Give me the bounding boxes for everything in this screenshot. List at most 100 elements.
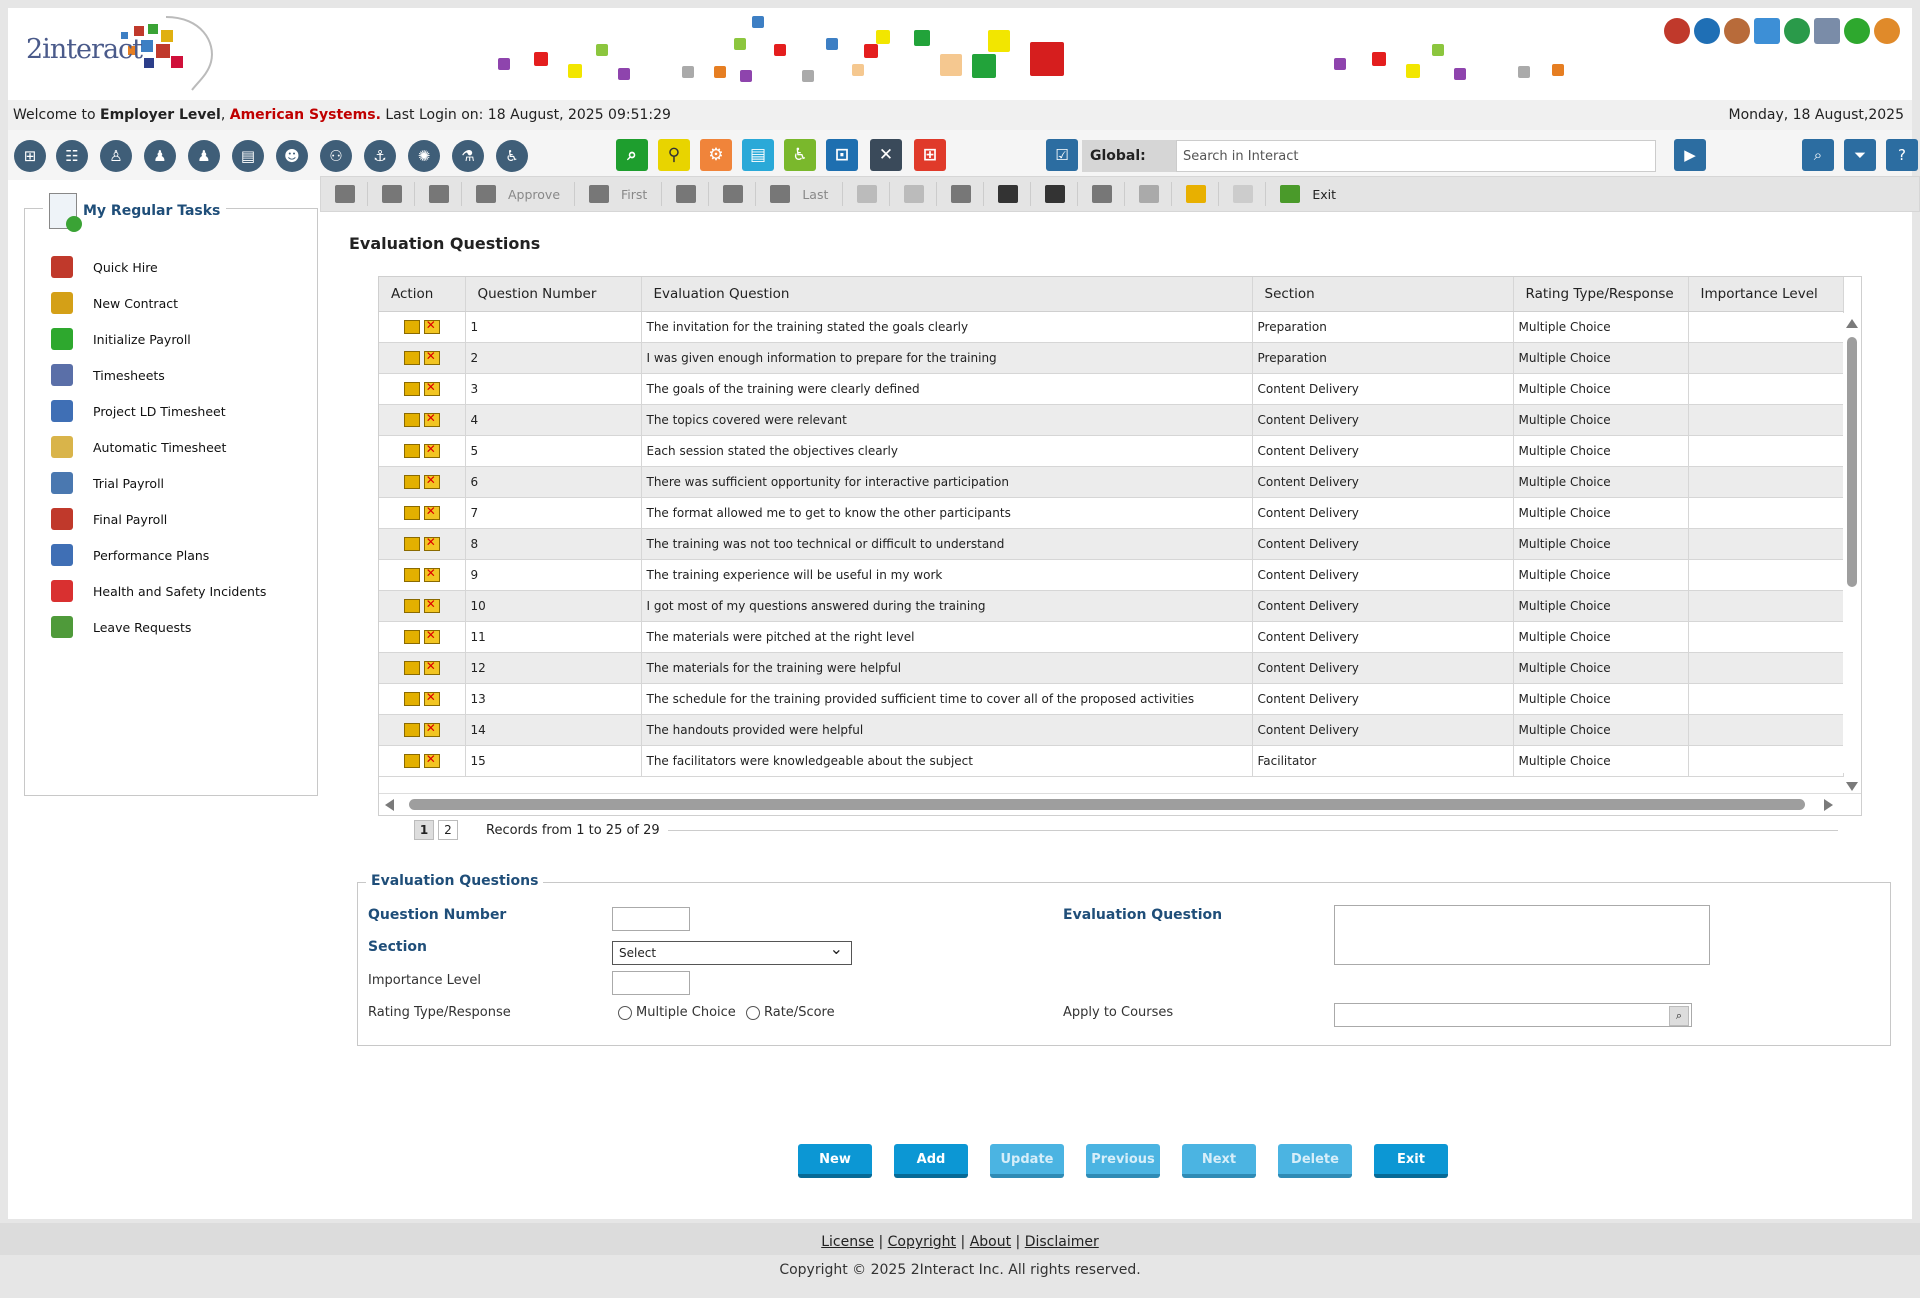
org-chart-icon[interactable]: ⊞: [14, 140, 46, 172]
delete-icon[interactable]: [423, 411, 440, 427]
last-icon[interactable]: [770, 185, 791, 203]
last-label[interactable]: Last: [802, 187, 828, 202]
settings-icon[interactable]: ⚙: [700, 139, 732, 171]
delete-icon[interactable]: [423, 442, 440, 458]
edit-icon[interactable]: [403, 722, 420, 737]
checkbox-icon[interactable]: ☑: [1046, 139, 1078, 171]
table-row[interactable]: 9The training experience will be useful …: [379, 559, 1844, 591]
print-icon[interactable]: ▤: [742, 139, 774, 171]
horizontal-scrollbar[interactable]: [379, 793, 1861, 815]
about-link[interactable]: About: [970, 1234, 1011, 1250]
page-1-button[interactable]: 1: [414, 820, 434, 840]
globe-icon[interactable]: [1784, 18, 1810, 44]
network-icon[interactable]: ✺: [408, 140, 440, 172]
delete-icon[interactable]: [423, 659, 440, 675]
table-row[interactable]: 15The facilitators were knowledgeable ab…: [379, 745, 1844, 777]
new-button[interactable]: New: [798, 1144, 872, 1178]
accessibility-icon[interactable]: ♿: [784, 139, 816, 171]
task-item[interactable]: Project LD Timesheet: [51, 393, 266, 429]
exit-button[interactable]: Exit: [1374, 1144, 1448, 1178]
user-icon[interactable]: [1724, 18, 1750, 44]
column-header[interactable]: Rating Type/Response: [1513, 277, 1689, 312]
forward-icon[interactable]: [429, 185, 449, 203]
scroll-thumb[interactable]: [1847, 337, 1857, 587]
open-icon[interactable]: [335, 185, 355, 203]
lookup-search-icon[interactable]: ⌕: [1669, 1006, 1689, 1026]
table-row[interactable]: 5Each session stated the objectives clea…: [379, 435, 1844, 467]
delete-icon[interactable]: [423, 349, 440, 365]
column-header[interactable]: Question Number: [465, 277, 642, 312]
table-row[interactable]: 4The topics covered were relevantContent…: [379, 404, 1844, 436]
delete-button[interactable]: Delete: [1278, 1144, 1352, 1178]
edit-icon[interactable]: [403, 319, 420, 334]
help-icon[interactable]: [1844, 18, 1870, 44]
pair-icon[interactable]: ⚇: [320, 140, 352, 172]
vertical-scrollbar[interactable]: [1843, 313, 1861, 791]
go-arrow-icon[interactable]: ▶: [1674, 139, 1706, 171]
delete-icon[interactable]: [423, 721, 440, 737]
edit-icon[interactable]: [403, 443, 420, 458]
scroll-right-icon[interactable]: [1824, 799, 1833, 811]
delete-icon[interactable]: [423, 628, 440, 644]
edit-icon[interactable]: [403, 598, 420, 613]
disclaimer-link[interactable]: Disclaimer: [1025, 1234, 1099, 1250]
task-item[interactable]: New Contract: [51, 285, 266, 321]
task-item[interactable]: Timesheets: [51, 357, 266, 393]
task-item[interactable]: Performance Plans: [51, 537, 266, 573]
search-green-icon[interactable]: ⌕: [616, 139, 648, 171]
group-icon[interactable]: ☷: [56, 140, 88, 172]
table-row[interactable]: 12The materials for the training were he…: [379, 652, 1844, 684]
edit-icon[interactable]: [403, 629, 420, 644]
scroll-up-icon[interactable]: [1846, 319, 1858, 328]
license-link[interactable]: License: [821, 1234, 874, 1250]
edit-icon[interactable]: [403, 350, 420, 365]
table-row[interactable]: 7The format allowed me to get to know th…: [379, 497, 1844, 529]
hierarchy-icon[interactable]: ⚲: [658, 139, 690, 171]
exit-label[interactable]: Exit: [1312, 187, 1336, 202]
next-button[interactable]: Next: [1182, 1144, 1256, 1178]
edit-icon[interactable]: [403, 505, 420, 520]
page-2-button[interactable]: 2: [438, 820, 458, 840]
column-header[interactable]: Importance Level: [1688, 277, 1844, 312]
copyright-link[interactable]: Copyright: [888, 1234, 956, 1250]
people-icon[interactable]: ☻: [276, 140, 308, 172]
logout-user-icon[interactable]: [1874, 18, 1900, 44]
redo-icon[interactable]: [904, 185, 925, 203]
delete-icon[interactable]: [423, 318, 440, 334]
help-icon[interactable]: ?: [1886, 139, 1918, 171]
printer-icon[interactable]: [1233, 185, 1254, 203]
table-row[interactable]: 13The schedule for the training provided…: [379, 683, 1844, 715]
save-icon[interactable]: [998, 185, 1019, 203]
anchor-icon[interactable]: ⚓: [364, 140, 396, 172]
employee-badge-icon[interactable]: ♙: [100, 140, 132, 172]
logo[interactable]: 2interact: [16, 12, 236, 92]
table-row[interactable]: 1The invitation for the training stated …: [379, 311, 1844, 343]
edit-icon[interactable]: [403, 660, 420, 675]
team-icon[interactable]: ♟: [144, 140, 176, 172]
table-row[interactable]: 8The training was not too technical or d…: [379, 528, 1844, 560]
radio-multiple-choice[interactable]: [618, 1005, 632, 1020]
table-row[interactable]: 10I got most of my questions answered du…: [379, 590, 1844, 622]
question-number-input[interactable]: [612, 907, 690, 931]
first-label[interactable]: First: [621, 187, 647, 202]
apply-to-courses-input[interactable]: ⌕: [1334, 1003, 1692, 1027]
tools-icon[interactable]: ✕: [870, 139, 902, 171]
table-row[interactable]: 11The materials were pitched at the righ…: [379, 621, 1844, 653]
task-item[interactable]: Health and Safety Incidents: [51, 573, 266, 609]
delete-icon[interactable]: [423, 473, 440, 489]
delete-icon[interactable]: [423, 380, 440, 396]
edit-icon[interactable]: [403, 753, 420, 768]
scroll-down-icon[interactable]: [1846, 782, 1858, 791]
presentation-icon[interactable]: ⊡: [826, 139, 858, 171]
presenter-icon[interactable]: ⚗: [452, 140, 484, 172]
delete-icon[interactable]: [423, 597, 440, 613]
previous-button[interactable]: Previous: [1086, 1144, 1160, 1178]
document-icon[interactable]: ▤: [232, 140, 264, 172]
edit-icon[interactable]: [403, 536, 420, 551]
next-icon[interactable]: [723, 185, 744, 203]
delete-icon[interactable]: [423, 504, 440, 520]
preview-icon[interactable]: [951, 185, 972, 203]
approve-icon[interactable]: [476, 185, 496, 203]
person-icon[interactable]: ♟: [188, 140, 220, 172]
edit-icon[interactable]: [403, 381, 420, 396]
